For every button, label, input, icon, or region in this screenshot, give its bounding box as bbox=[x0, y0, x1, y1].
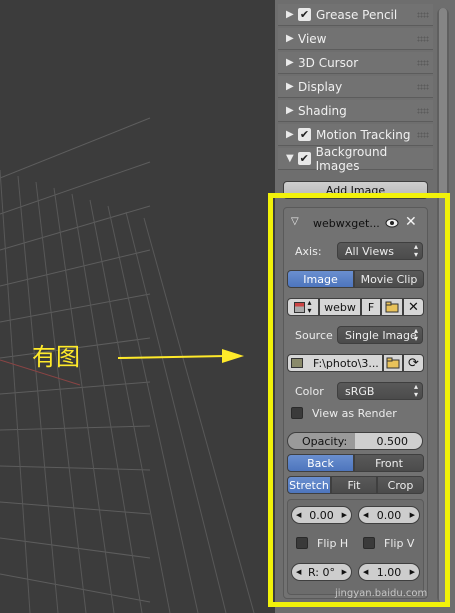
panel-label: Display bbox=[298, 79, 343, 94]
drag-grip-icon[interactable] bbox=[417, 36, 429, 42]
expand-arrow-icon[interactable]: ▶ bbox=[286, 57, 298, 68]
expand-arrow-icon[interactable]: ▶ bbox=[286, 105, 298, 116]
grid-line bbox=[0, 161, 151, 215]
grid-line bbox=[71, 193, 143, 613]
grid-line bbox=[35, 181, 87, 613]
grid-line bbox=[0, 537, 151, 559]
panel-checkbox[interactable]: ✔ bbox=[298, 8, 311, 21]
panel-label: Background Images bbox=[315, 144, 388, 173]
3d-viewport[interactable]: 有图 bbox=[0, 0, 275, 613]
drag-grip-icon[interactable] bbox=[417, 12, 429, 18]
drag-grip-icon[interactable] bbox=[417, 108, 429, 114]
grid-line bbox=[0, 465, 151, 471]
drag-grip-icon[interactable] bbox=[417, 132, 429, 138]
panel-3d-cursor[interactable]: ▶ 3D Cursor bbox=[278, 52, 433, 74]
panel-label: View bbox=[298, 31, 327, 46]
collapse-arrow-icon[interactable]: ▼ bbox=[286, 153, 298, 164]
panel-label: 3D Cursor bbox=[298, 55, 359, 70]
panel-grease-pencil[interactable]: ▶ ✔ Grease Pencil bbox=[278, 4, 433, 26]
expand-arrow-icon[interactable]: ▶ bbox=[286, 9, 298, 20]
viewport-grid bbox=[0, 117, 255, 613]
expand-arrow-icon[interactable]: ▶ bbox=[286, 81, 298, 92]
grid-line bbox=[107, 205, 199, 613]
drag-grip-icon[interactable] bbox=[417, 60, 429, 66]
panel-label: Shading bbox=[298, 103, 347, 118]
panel-motion-tracking[interactable]: ▶ ✔ Motion Tracking bbox=[278, 124, 433, 146]
grid-line bbox=[0, 117, 151, 179]
annotation-arrow-icon bbox=[118, 349, 244, 363]
panel-label: Grease Pencil bbox=[316, 7, 398, 22]
panel-background-images[interactable]: ▼ ✔ Background Images bbox=[278, 144, 433, 173]
panel-label: Motion Tracking bbox=[316, 127, 411, 142]
grid-line bbox=[0, 425, 151, 431]
panel-display[interactable]: ▶ Display bbox=[278, 76, 433, 98]
grid-line bbox=[0, 293, 151, 323]
grid-line bbox=[17, 175, 59, 613]
highlight-box bbox=[268, 193, 450, 607]
expand-arrow-icon[interactable]: ▶ bbox=[286, 129, 298, 140]
grid-line bbox=[125, 211, 227, 613]
grid-line bbox=[143, 217, 255, 613]
drag-grip-icon[interactable] bbox=[417, 84, 429, 90]
panel-shading[interactable]: ▶ Shading bbox=[278, 100, 433, 122]
grid-line bbox=[0, 573, 151, 603]
expand-arrow-icon[interactable]: ▶ bbox=[286, 33, 298, 44]
panel-view[interactable]: ▶ View bbox=[278, 28, 433, 50]
panel-checkbox[interactable]: ✔ bbox=[298, 128, 311, 141]
grid-line bbox=[89, 199, 171, 613]
panel-checkbox[interactable]: ✔ bbox=[297, 152, 311, 165]
grid-line bbox=[0, 249, 151, 287]
annotation-text: 有图 bbox=[32, 343, 80, 371]
